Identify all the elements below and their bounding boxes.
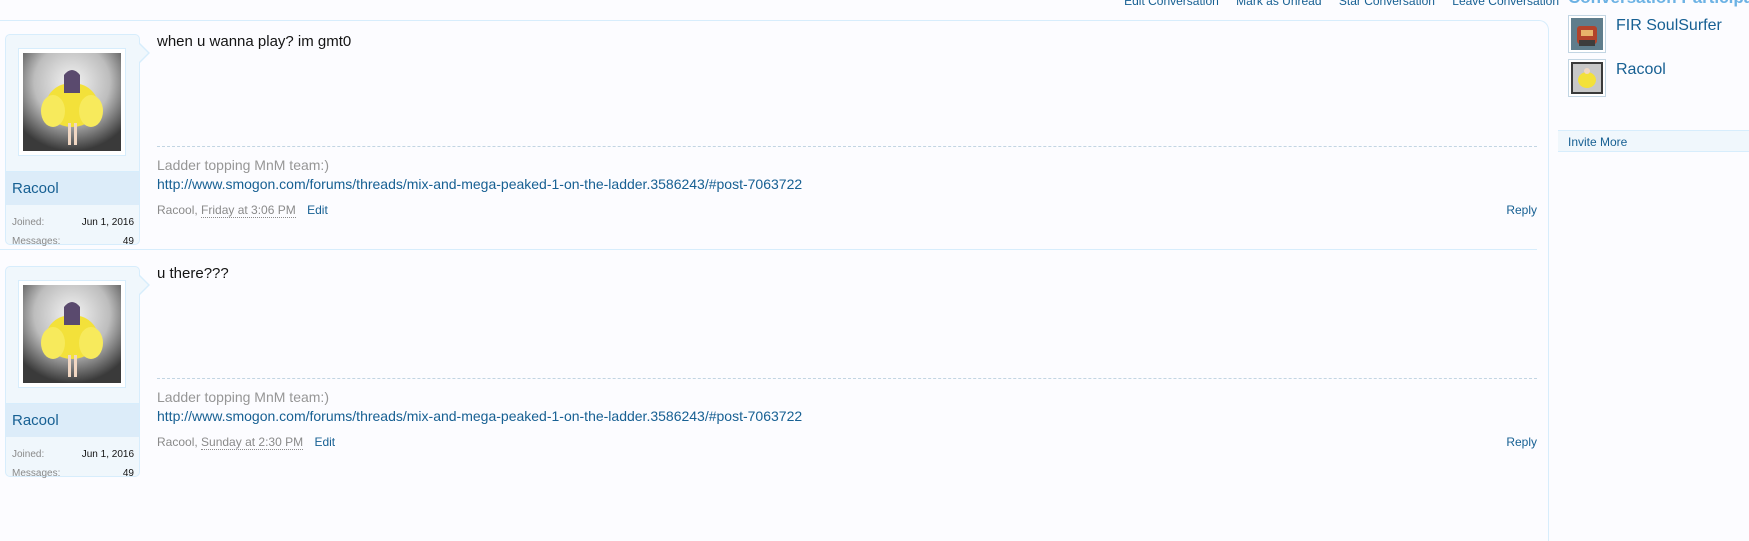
participant-item[interactable]: FIR SoulSurfer: [1568, 15, 1748, 55]
avatar[interactable]: [18, 48, 126, 156]
user-avatar-image: [23, 285, 121, 383]
message-list: Racool Joined: Jun 1, 2016 Messages: 49 …: [0, 20, 1549, 541]
participants-sidebar: Conversation Participants FIR SoulSurfer…: [1558, 0, 1749, 520]
sidebar-heading: Conversation Participants: [1568, 0, 1749, 8]
message-meta: Racool, Sunday at 2:30 PM Edit Reply: [157, 435, 1537, 450]
joined-label: Joined:: [12, 449, 45, 460]
yellow-character-avatar-icon[interactable]: [1568, 59, 1606, 97]
signature-link[interactable]: http://www.smogon.com/forums/threads/mix…: [157, 408, 802, 424]
reply-link[interactable]: Reply: [1506, 203, 1537, 217]
signature: Ladder topping MnM team:) http://www.smo…: [157, 378, 1537, 426]
message-date[interactable]: Sunday at 2:30 PM: [201, 435, 304, 450]
messages-count[interactable]: 49: [123, 464, 134, 483]
leave-conversation-link[interactable]: Leave Conversation: [1452, 0, 1559, 8]
author-name[interactable]: Racool,: [157, 435, 198, 449]
red-character-avatar-icon[interactable]: [1568, 15, 1606, 53]
edit-conversation-link[interactable]: Edit Conversation: [1124, 0, 1219, 8]
edit-link[interactable]: Edit: [314, 435, 335, 449]
user-stats: Joined: Jun 1, 2016 Messages: 49: [12, 213, 134, 251]
user-stats: Joined: Jun 1, 2016 Messages: 49: [12, 445, 134, 483]
signature-text: Ladder topping MnM team:): [157, 389, 329, 405]
message-divider: [0, 249, 1537, 250]
message-date[interactable]: Friday at 3:06 PM: [201, 203, 296, 218]
participant-name[interactable]: Racool: [1616, 61, 1666, 79]
reply-link[interactable]: Reply: [1506, 435, 1537, 449]
speech-arrow: [139, 275, 150, 295]
messages-label: Messages:: [12, 236, 61, 247]
username[interactable]: Racool: [6, 171, 139, 205]
mark-unread-link[interactable]: Mark as Unread: [1236, 0, 1321, 8]
participant-name[interactable]: FIR SoulSurfer: [1616, 17, 1722, 35]
avatar[interactable]: [18, 280, 126, 388]
star-conversation-link[interactable]: Star Conversation: [1339, 0, 1435, 8]
signature: Ladder topping MnM team:) http://www.smo…: [157, 146, 1537, 194]
joined-value: Jun 1, 2016: [81, 217, 134, 228]
conversation-actions: Edit Conversation Mark as Unread Star Co…: [1110, 0, 1559, 8]
invite-more-link[interactable]: Invite More: [1558, 130, 1749, 152]
messages-label: Messages:: [12, 468, 61, 479]
edit-link[interactable]: Edit: [307, 203, 328, 217]
signature-text: Ladder topping MnM team:): [157, 157, 329, 173]
participant-item[interactable]: Racool: [1568, 59, 1748, 99]
user-avatar-image: [23, 53, 121, 151]
signature-link[interactable]: http://www.smogon.com/forums/threads/mix…: [157, 176, 802, 192]
speech-arrow: [139, 43, 150, 63]
joined-value: Jun 1, 2016: [81, 449, 134, 460]
message-meta: Racool, Friday at 3:06 PM Edit Reply: [157, 203, 1537, 218]
joined-label: Joined:: [12, 217, 45, 228]
message-text: u there???: [157, 265, 229, 282]
message-user-info: Racool Joined: Jun 1, 2016 Messages: 49: [5, 266, 150, 479]
username[interactable]: Racool: [6, 403, 139, 437]
message-user-info: Racool Joined: Jun 1, 2016 Messages: 49: [5, 34, 150, 247]
message-text: when u wanna play? im gmt0: [157, 33, 352, 50]
author-name[interactable]: Racool,: [157, 203, 198, 217]
